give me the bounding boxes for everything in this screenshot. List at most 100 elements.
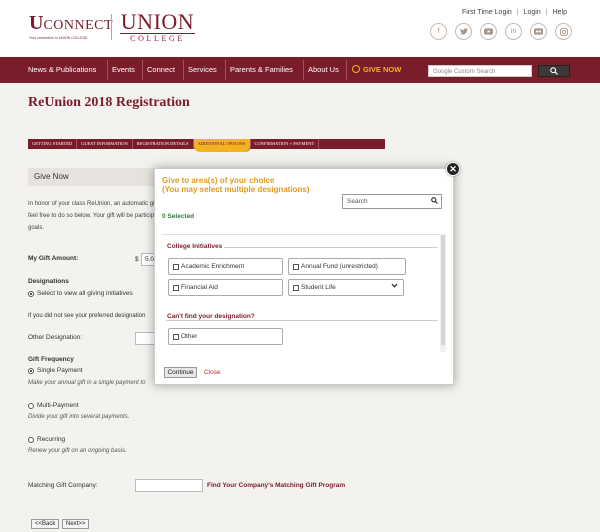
modal-close-icon[interactable]: ✕ — [446, 162, 460, 176]
designation-list-scrollbar[interactable] — [440, 234, 446, 352]
radio-recurring[interactable] — [28, 436, 34, 443]
nav-about-us[interactable]: About Us — [308, 57, 339, 83]
site-header: UCONNECT Your connection to UNION COLLEG… — [0, 0, 600, 57]
registration-steps: GETTING STARTED GUEST INFORMATION REGIST… — [28, 139, 385, 152]
checkbox[interactable] — [173, 263, 179, 270]
uconnect-logo[interactable]: UCONNECT Your connection to UNION COLLEG… — [29, 12, 113, 40]
nav-events[interactable]: Events — [112, 57, 135, 83]
group-cant-find: Can't find your designation? — [167, 313, 255, 320]
flickr-icon[interactable] — [530, 23, 547, 40]
nav-news-publications[interactable]: News & Publications — [28, 57, 96, 83]
single-payment-note: Make your annual gift in a single paymen… — [28, 380, 146, 386]
logo-divider — [111, 14, 112, 40]
multi-payment-note: Divide your gift into several payments. — [28, 414, 130, 420]
chevron-down-icon[interactable] — [391, 283, 398, 290]
multi-payment-label: Multi-Payment — [37, 402, 79, 409]
recurring-option[interactable]: Recurring — [28, 436, 65, 443]
option-label: Financial Aid — [181, 284, 218, 291]
option-other[interactable]: Other — [168, 328, 283, 345]
radio-single-payment[interactable] — [28, 367, 34, 374]
radio-multi-payment[interactable] — [28, 402, 34, 409]
not-see-text: If you did not see your preferred design… — [28, 313, 146, 319]
logo-tagline: Your connection to UNION COLLEGE — [29, 36, 88, 40]
next-button[interactable]: Next>> — [62, 519, 90, 529]
checkbox[interactable] — [293, 284, 299, 291]
search-icon — [431, 197, 438, 206]
other-designation-label: Other Designation: — [28, 334, 83, 341]
dollar-sign: $ — [135, 256, 139, 263]
gift-frequency-label: Gift Frequency — [28, 356, 74, 363]
give-now-link[interactable]: GIVE NOW — [352, 57, 401, 83]
give-icon — [352, 65, 360, 73]
twitter-icon[interactable] — [455, 23, 472, 40]
step-registration-details[interactable]: REGISTRATION DETAILS — [133, 139, 194, 149]
designation-search-placeholder: Search — [347, 198, 368, 205]
modal-title-line1: Give to area(s) of your choice — [162, 176, 275, 185]
modal-title: Give to area(s) of your choice (You may … — [162, 176, 352, 194]
matching-gift-input[interactable] — [135, 479, 203, 492]
checkbox[interactable] — [293, 263, 299, 270]
designations-label: Designations — [28, 278, 69, 285]
logo-text: CONNECT — [43, 18, 114, 33]
facebook-icon[interactable]: f — [430, 23, 447, 40]
step-getting-started[interactable]: GETTING STARTED — [28, 139, 78, 149]
multi-payment-option[interactable]: Multi-Payment — [28, 402, 79, 409]
help-link[interactable]: Help — [548, 9, 572, 16]
option-label: Student Life — [301, 284, 336, 291]
select-all-label: Select to view all giving initiatives — [37, 290, 133, 297]
login-link[interactable]: Login — [519, 9, 546, 16]
logo-letter: U — [29, 12, 44, 34]
nav-separator — [346, 60, 347, 80]
selected-count: 0 Selected — [162, 213, 195, 220]
search-icon — [550, 67, 558, 75]
modal-title-line2: (You may select multiple designations) — [162, 185, 310, 194]
checkbox[interactable] — [173, 284, 179, 291]
recurring-note: Renew your gift on an ongoing basis. — [28, 448, 127, 454]
page-title: ReUnion 2018 Registration — [28, 95, 190, 110]
instagram-icon[interactable] — [555, 23, 572, 40]
step-guest-information[interactable]: GUEST INFORMATION — [77, 139, 133, 149]
group-divider — [224, 247, 437, 248]
single-payment-label: Single Payment — [37, 367, 83, 374]
scrollbar-thumb[interactable] — [441, 235, 445, 345]
step-confirmation-payment[interactable]: CONFIRMATION + PAYMENT — [251, 139, 320, 149]
option-label: Academic Enrichment — [181, 263, 245, 270]
select-all-option[interactable]: Select to view all giving initiatives — [28, 290, 133, 297]
site-search-input[interactable]: Google Custom Search — [428, 65, 532, 77]
linkedin-icon[interactable]: in — [505, 23, 522, 40]
my-gift-label: My Gift Amount: — [28, 255, 79, 262]
nav-parents-families[interactable]: Parents & Families — [230, 57, 293, 83]
back-button[interactable]: <<Back — [31, 519, 60, 529]
union-college-logo[interactable]: UNION COLLEGE — [120, 11, 195, 43]
nav-separator — [225, 60, 226, 80]
nav-separator — [303, 60, 304, 80]
group-divider — [166, 320, 438, 321]
step-additional-options[interactable]: ADDITIONAL OPTIONS — [193, 139, 251, 152]
option-label: Other — [181, 333, 198, 340]
nav-separator — [183, 60, 184, 80]
give-now-label: GIVE NOW — [363, 65, 402, 74]
close-link[interactable]: Close — [204, 369, 221, 376]
matching-gift-link[interactable]: Find Your Company's Matching Gift Progra… — [207, 482, 345, 489]
nav-separator — [142, 60, 143, 80]
nav-services[interactable]: Services — [188, 57, 217, 83]
matching-gift-label: Matching Gift Company: — [28, 482, 98, 489]
single-payment-option[interactable]: Single Payment — [28, 367, 83, 374]
top-links: First Time Login | Login | Help — [457, 9, 572, 16]
recurring-label: Recurring — [37, 436, 66, 443]
radio-select-all[interactable] — [28, 290, 34, 297]
option-student-life[interactable]: Student Life — [288, 279, 404, 296]
site-search-button[interactable] — [538, 65, 570, 77]
option-academic-enrichment[interactable]: Academic Enrichment — [168, 258, 283, 275]
give-now-section-header: Give Now — [28, 168, 168, 186]
first-time-login-link[interactable]: First Time Login — [457, 9, 517, 16]
checkbox[interactable] — [173, 333, 179, 340]
designation-search-input[interactable]: Search — [342, 194, 442, 209]
nav-connect[interactable]: Connect — [147, 57, 175, 83]
continue-button[interactable]: Continue — [164, 367, 197, 378]
youtube-icon[interactable] — [480, 23, 497, 40]
social-icons: f in — [430, 23, 572, 40]
option-financial-aid[interactable]: Financial Aid — [168, 279, 283, 296]
option-annual-fund[interactable]: Annual Fund (unrestricted) — [288, 258, 406, 275]
logo-college-word: COLLEGE — [120, 33, 195, 43]
